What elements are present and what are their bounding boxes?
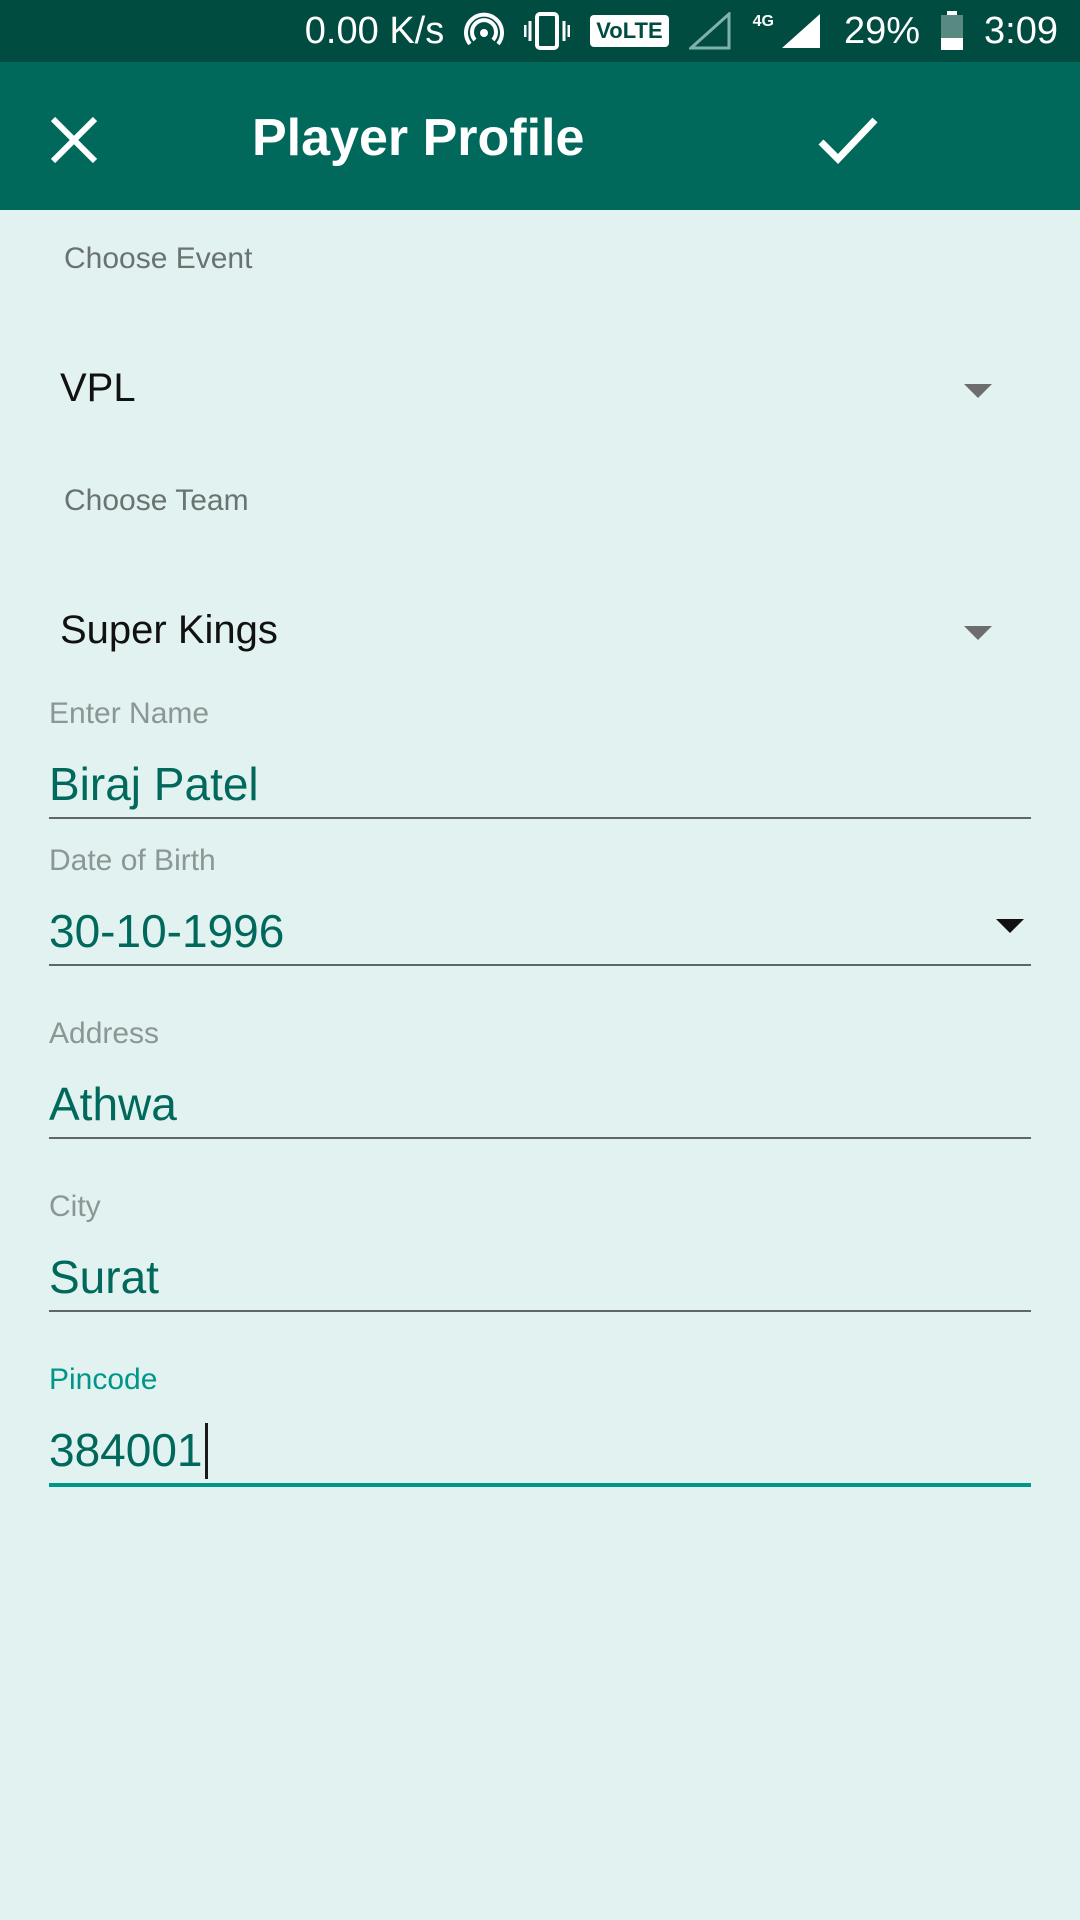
dropdown-arrow-icon <box>964 626 992 640</box>
name-underline <box>49 817 1031 819</box>
hotspot-icon <box>464 11 505 51</box>
pincode-label: Pincode <box>49 1363 158 1396</box>
city-field[interactable]: Surat <box>49 1250 159 1304</box>
pincode-field[interactable]: 384001 <box>49 1422 208 1479</box>
address-field[interactable]: Athwa <box>49 1077 177 1131</box>
sim2-signal-icon <box>780 12 824 50</box>
check-icon <box>818 117 878 164</box>
vibrate-icon <box>524 11 571 51</box>
dob-label: Date of Birth <box>49 844 216 877</box>
event-value: VPL <box>60 366 136 410</box>
page-title: Player Profile <box>252 109 585 167</box>
team-spinner[interactable]: Super Kings <box>40 582 1040 682</box>
pincode-underline <box>49 1483 1031 1487</box>
dob-dropdown-icon[interactable] <box>996 919 1024 933</box>
team-value: Super Kings <box>60 608 278 652</box>
event-spinner[interactable]: VPL <box>40 340 1040 440</box>
app-bar: Player Profile <box>0 62 1080 210</box>
network-type: 4G <box>752 13 774 30</box>
pincode-value: 384001 <box>49 1424 203 1476</box>
address-underline <box>49 1137 1031 1139</box>
status-bar: 0.00 K/s VoLTE 4G 29% 3:09 <box>0 0 1080 62</box>
name-label: Enter Name <box>49 697 210 730</box>
address-label: Address <box>49 1017 160 1050</box>
text-cursor <box>204 1422 208 1479</box>
close-button[interactable] <box>36 102 112 178</box>
team-label: Choose Team <box>64 484 249 517</box>
dob-underline <box>49 964 1031 966</box>
battery-icon <box>940 11 964 51</box>
name-field[interactable]: Biraj Patel <box>49 757 259 811</box>
city-underline <box>49 1310 1031 1312</box>
dob-field[interactable]: 30-10-1996 <box>49 904 284 958</box>
event-label: Choose Event <box>64 242 253 275</box>
sim1-signal-icon <box>688 12 733 50</box>
clock: 3:09 <box>984 9 1058 52</box>
volte-badge: VoLTE <box>590 15 669 47</box>
battery-level: 29% <box>843 9 921 52</box>
net-speed: 0.00 K/s <box>304 9 445 52</box>
dropdown-arrow-icon <box>964 384 992 398</box>
close-icon <box>50 116 98 164</box>
city-label: City <box>49 1190 101 1223</box>
save-button[interactable] <box>808 100 888 180</box>
